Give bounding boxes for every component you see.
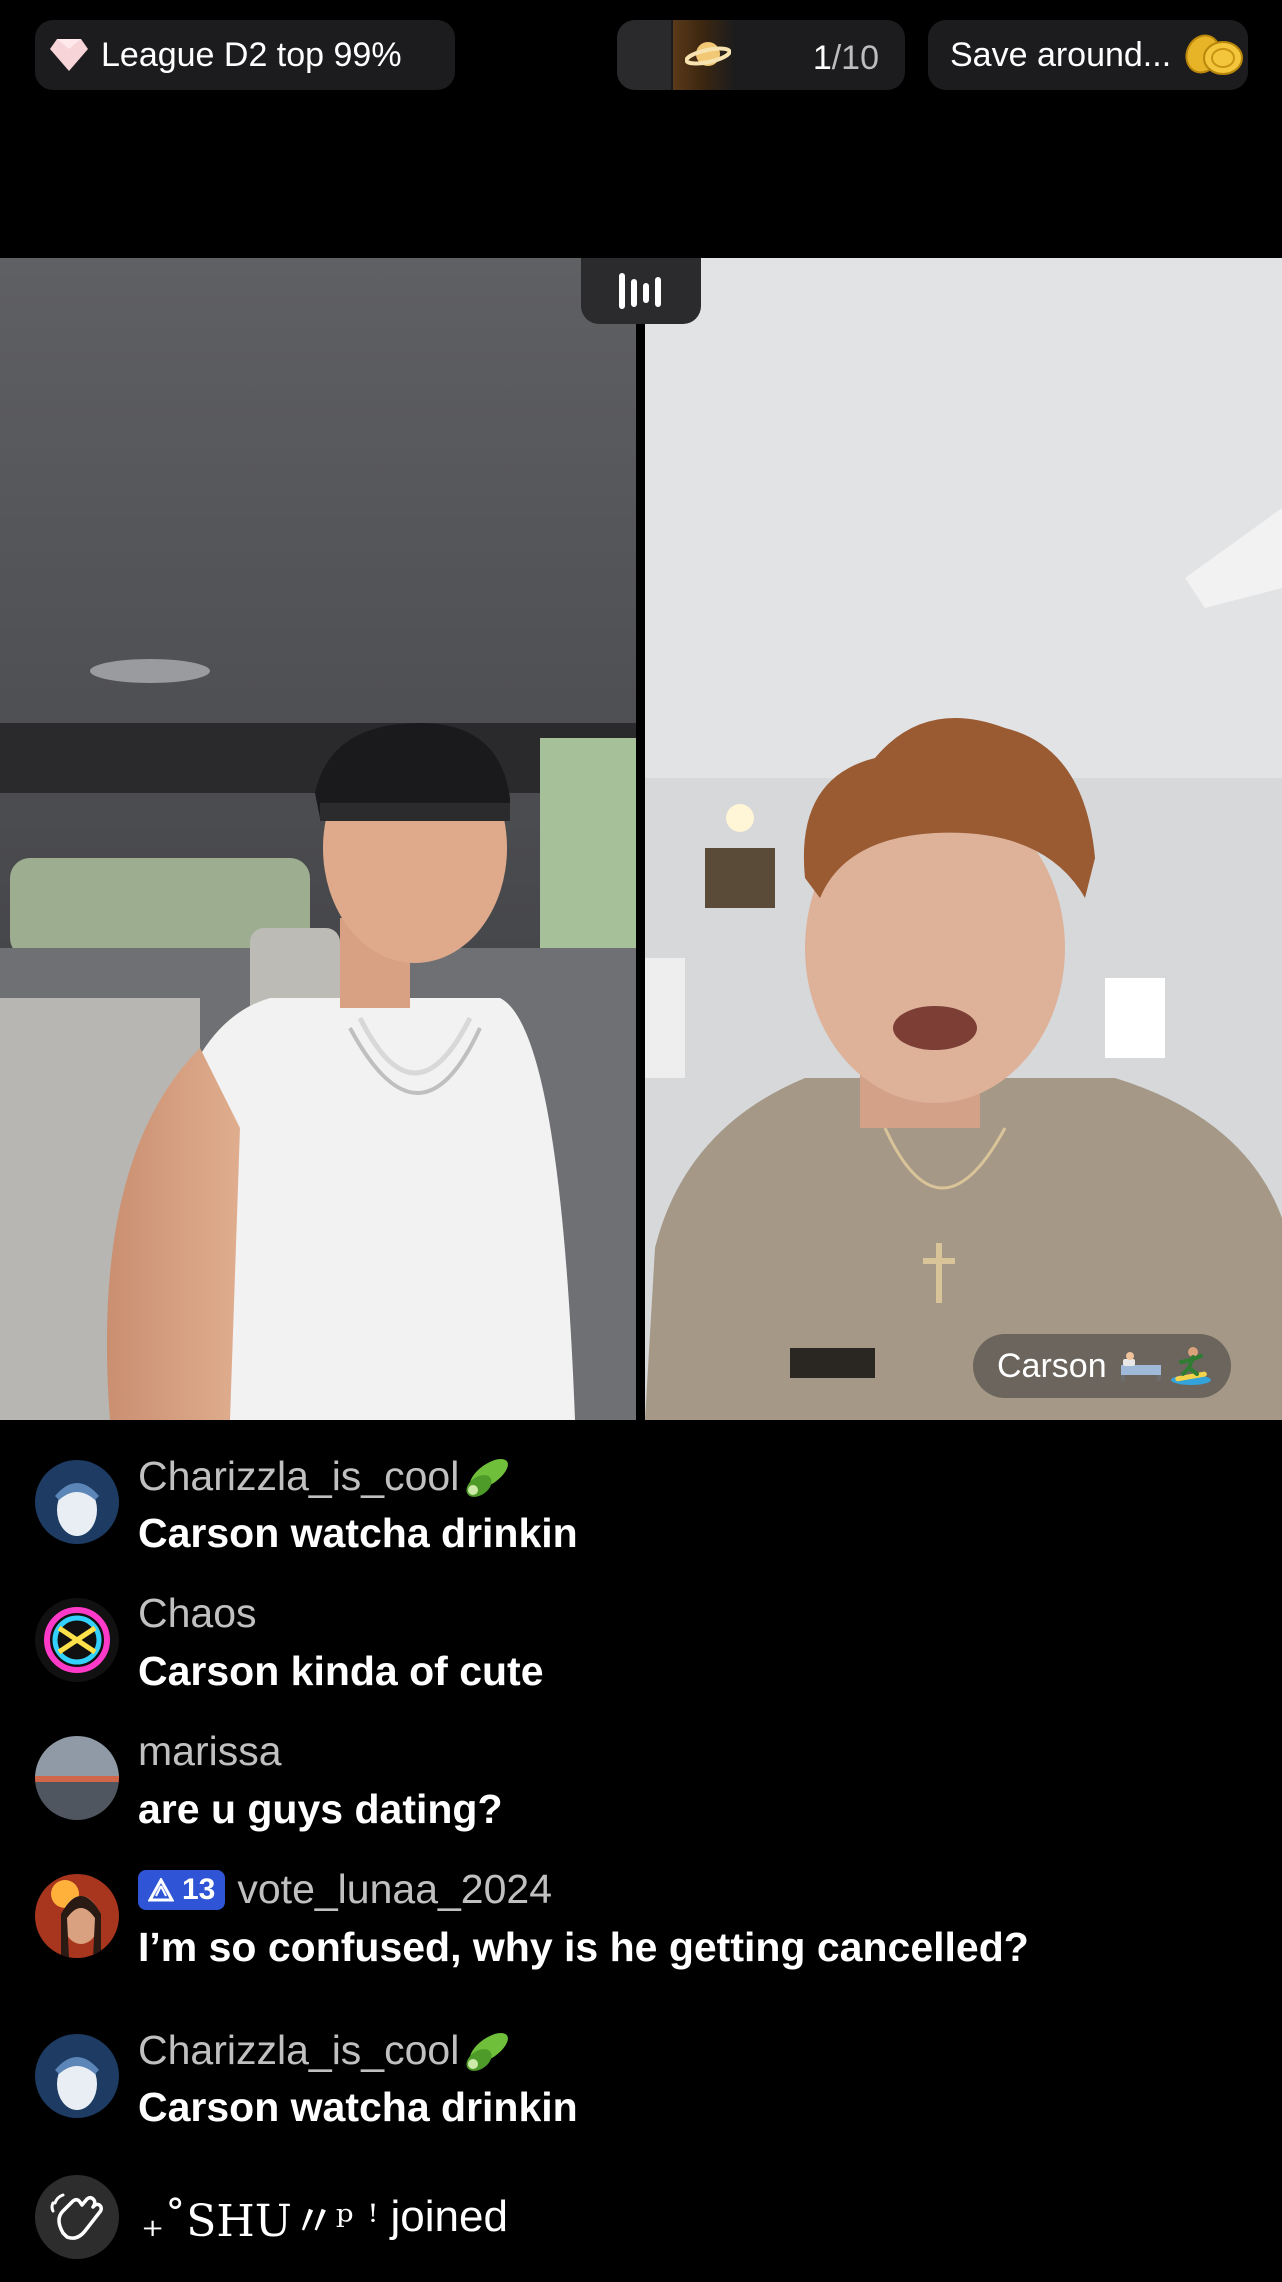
rank-pill-planet <box>673 20 735 90</box>
audio-bars-icon <box>619 273 661 309</box>
comment-text: are u guys dating? <box>138 1786 503 1832</box>
save-label: Save around... <box>950 35 1172 74</box>
diamond-icon <box>50 39 88 71</box>
rank-pill[interactable]: 1/10 <box>617 20 905 90</box>
streamer-name-tag[interactable]: Carson <box>973 1334 1231 1398</box>
car-interior-scene <box>0 258 636 1420</box>
joined-username[interactable]: ₊˚SHU〃ᵖ ꜝ <box>141 2185 379 2249</box>
split-divider <box>636 258 645 1420</box>
waving-hand-icon <box>50 2193 103 2240</box>
league-label: League D2 top 99% <box>101 35 402 74</box>
waving-hand-avatar <box>35 2175 119 2259</box>
coins-icon <box>1185 34 1244 75</box>
cucumber-icon <box>466 1458 509 1497</box>
surfer-icon <box>1170 1347 1211 1385</box>
comment-text: Carson kinda of cute <box>138 1648 544 1694</box>
rank-total: /10 <box>831 39 879 77</box>
comment-text: I’m so confused, why is he getting cance… <box>138 1924 1029 1970</box>
comment-username[interactable]: Chaos <box>138 1590 257 1637</box>
save-pill[interactable]: Save around... <box>928 20 1248 90</box>
avatar[interactable] <box>35 1736 119 1820</box>
joined-label: joined <box>390 2192 508 2241</box>
comment-username[interactable]: marissa <box>138 1728 282 1775</box>
user-avatar-image <box>35 2034 119 2118</box>
avatar[interactable] <box>35 1460 119 1544</box>
comment-username[interactable]: Charizzla_is_cool <box>138 1452 513 1500</box>
triangle-level-icon <box>148 1877 174 1901</box>
bed-icon <box>1120 1352 1161 1381</box>
avatar[interactable] <box>35 1598 119 1682</box>
cucumber-icon <box>466 2032 509 2071</box>
user-avatar-image <box>35 1598 119 1682</box>
streamer-emoji <box>1119 1344 1213 1388</box>
avatar[interactable] <box>35 2034 119 2118</box>
comment-username[interactable]: Charizzla_is_cool <box>138 2026 513 2074</box>
room-scene <box>645 258 1282 1420</box>
comment-text: Carson watcha drinkin <box>138 1510 578 1556</box>
video-feed-right[interactable] <box>645 258 1282 1420</box>
join-event: ₊˚SHU〃ᵖ ꜝ joined <box>35 2172 508 2262</box>
user-avatar-image <box>35 1736 119 1820</box>
user-avatar-image <box>35 1460 119 1544</box>
audio-toggle-button[interactable] <box>581 258 701 324</box>
rank-count: 1/10 <box>813 39 879 78</box>
rank-pill-left <box>617 20 671 90</box>
avatar[interactable] <box>35 1874 119 1958</box>
planet-icon <box>685 42 731 66</box>
video-feed-left[interactable] <box>0 258 636 1420</box>
rank-current: 1 <box>812 39 832 77</box>
level-badge: 13 <box>138 1869 226 1910</box>
streamer-name: Carson <box>997 1346 1107 1385</box>
league-pill[interactable]: League D2 top 99% <box>35 20 455 90</box>
comment-text: Carson watcha drinkin <box>138 2084 578 2130</box>
comment-username[interactable]: 13 vote_lunaa_2024 <box>138 1866 552 1913</box>
user-avatar-image <box>35 1874 119 1958</box>
